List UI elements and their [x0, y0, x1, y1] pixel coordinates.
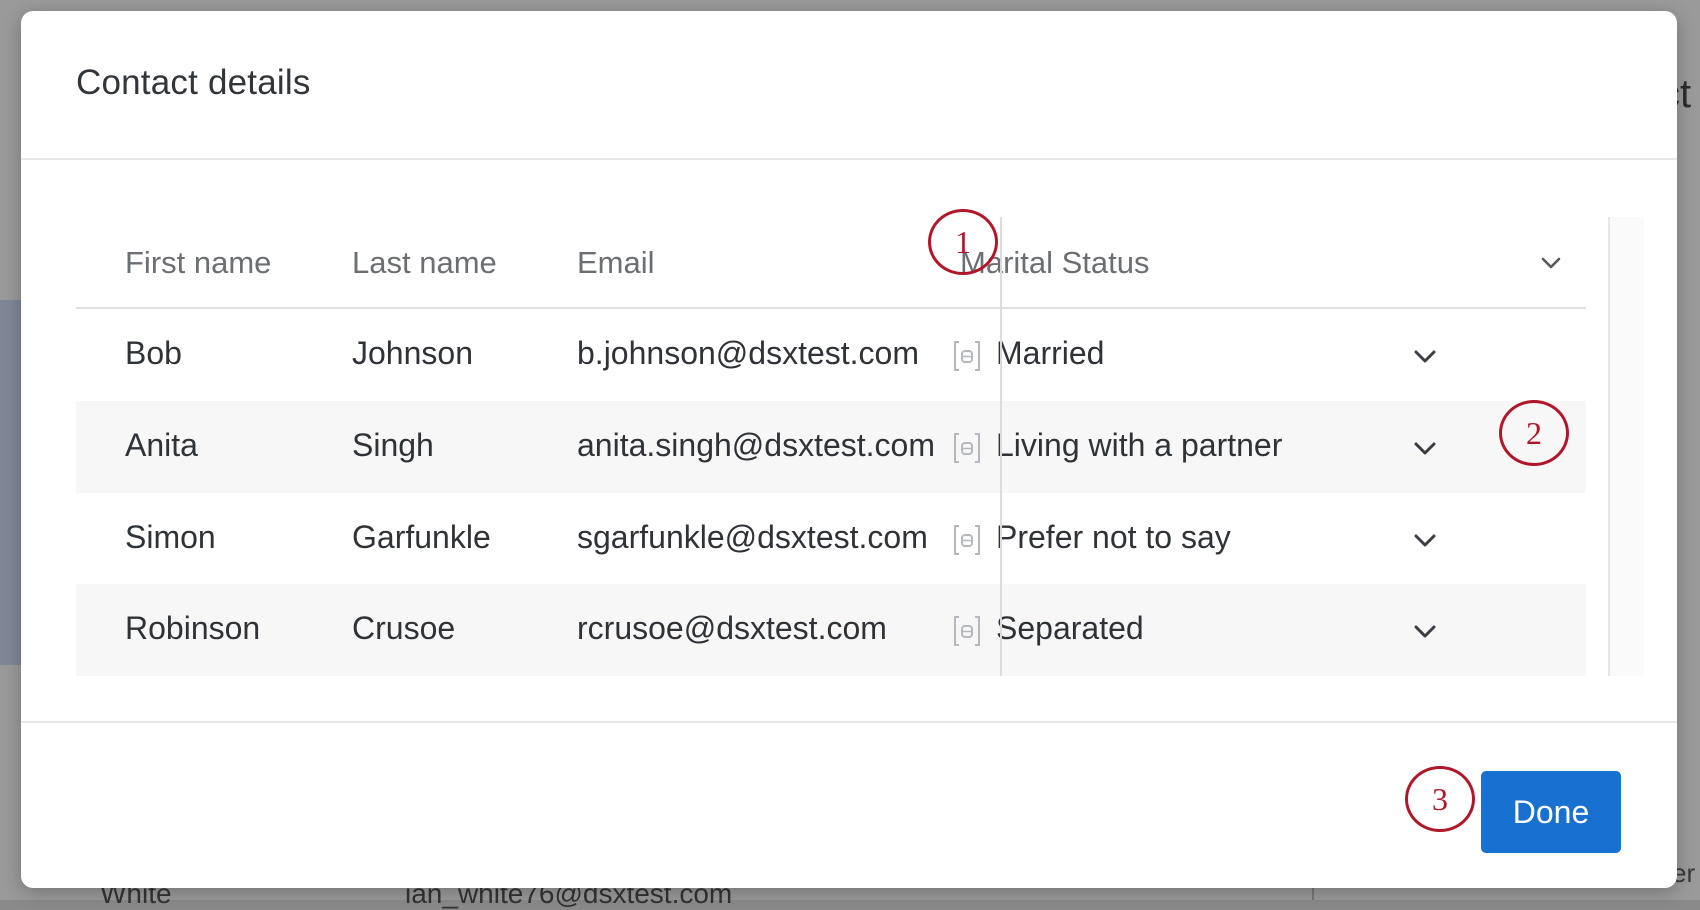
column-header-first-name: First name	[125, 245, 272, 280]
table-row: Anita Singh anita.singh@dsxtest.com Livi…	[76, 401, 1586, 493]
table-row: Robinson Crusoe rcrusoe@dsxtest.com Sepa…	[76, 584, 1586, 676]
cell-first-name: Simon	[125, 519, 216, 555]
chevron-down-icon[interactable]	[1410, 616, 1440, 646]
embedded-data-icon	[954, 341, 980, 371]
cell-email: anita.singh@dsxtest.com	[577, 427, 935, 463]
embedded-data-icon	[954, 525, 980, 555]
callout-marker: 1	[928, 209, 998, 275]
cell-marital-status[interactable]: Married	[996, 335, 1104, 372]
chevron-down-icon[interactable]	[1410, 341, 1440, 371]
table-row: Bob Johnson b.johnson@dsxtest.com Marrie…	[76, 309, 1586, 401]
contact-details-dialog: Contact details First name Last name Ema…	[21, 11, 1677, 888]
column-header-last-name: Last name	[352, 245, 497, 280]
cell-marital-status[interactable]: Separated	[996, 610, 1144, 647]
cell-first-name: Bob	[125, 335, 182, 371]
cell-email: sgarfunkle@dsxtest.com	[577, 519, 928, 555]
cell-last-name: Garfunkle	[352, 519, 491, 555]
dialog-title: Contact details	[76, 63, 311, 102]
table-header: First name Last name Email Marital Statu…	[76, 217, 1586, 309]
dialog-body: First name Last name Email Marital Statu…	[21, 160, 1677, 721]
chevron-down-icon[interactable]	[1410, 433, 1440, 463]
cell-marital-status[interactable]: Prefer not to say	[996, 519, 1231, 556]
column-divider	[1000, 217, 1002, 676]
cell-email: rcrusoe@dsxtest.com	[577, 610, 887, 646]
embedded-data-icon	[954, 616, 980, 646]
cell-first-name: Anita	[125, 427, 198, 463]
chevron-down-icon[interactable]	[1410, 525, 1440, 555]
embedded-data-icon	[954, 433, 980, 463]
cell-last-name: Crusoe	[352, 610, 456, 646]
cell-last-name: Johnson	[352, 335, 473, 371]
cell-email: b.johnson@dsxtest.com	[577, 335, 919, 371]
contacts-table: First name Last name Email Marital Statu…	[76, 217, 1644, 676]
callout-marker: 3	[1405, 766, 1475, 832]
done-button[interactable]: Done	[1481, 771, 1621, 853]
dialog-header: Contact details	[21, 11, 1677, 160]
table-scrollbar[interactable]	[1608, 217, 1644, 676]
column-header-email: Email	[577, 245, 655, 280]
background-panel	[0, 300, 22, 665]
table-row: Simon Garfunkle sgarfunkle@dsxtest.com P…	[76, 493, 1586, 585]
chevron-down-icon[interactable]	[1539, 251, 1563, 275]
cell-last-name: Singh	[352, 427, 434, 463]
cell-marital-status[interactable]: Living with a partner	[996, 427, 1282, 464]
cell-first-name: Robinson	[125, 610, 261, 646]
callout-marker: 2	[1499, 400, 1569, 466]
